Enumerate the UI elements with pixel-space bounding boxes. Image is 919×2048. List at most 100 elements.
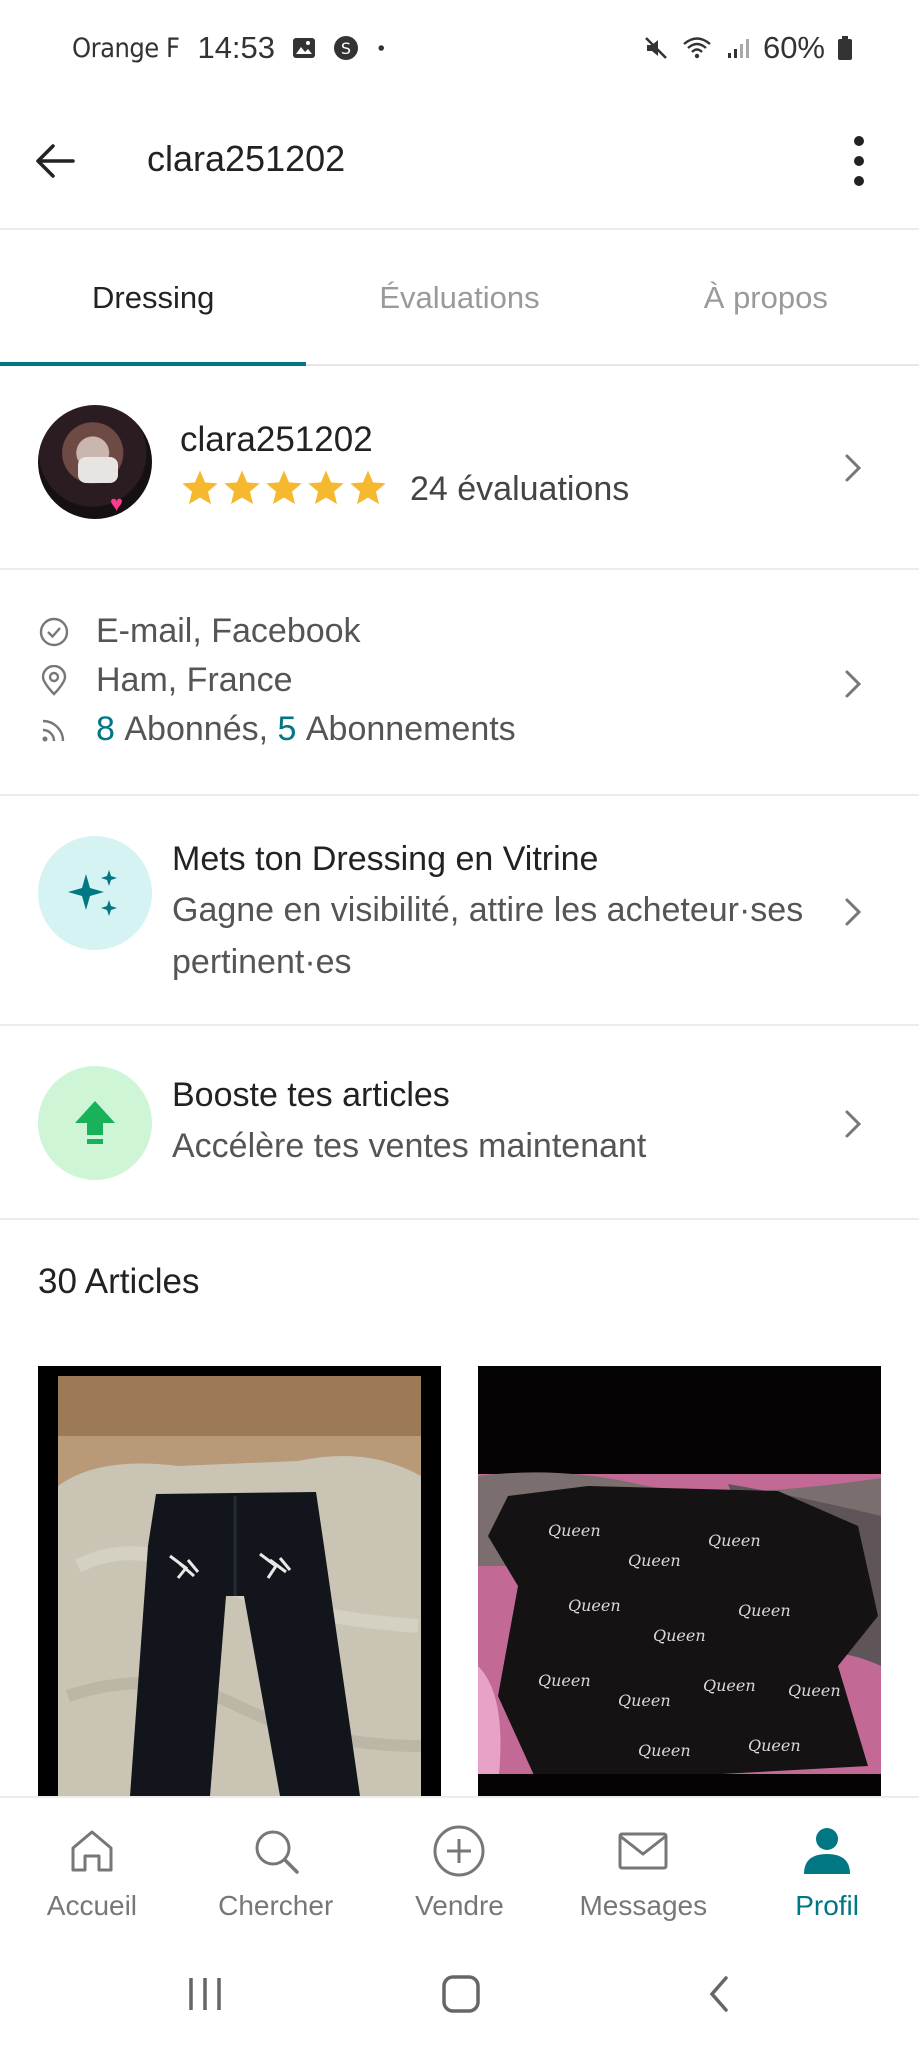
verified-line: E-mail, Facebook xyxy=(38,612,361,651)
tab-about[interactable]: À propos xyxy=(613,232,919,364)
nav-label: Messages xyxy=(579,1890,708,1921)
carrier-label: Orange F xyxy=(72,32,180,64)
star-icon xyxy=(182,470,218,505)
article-card[interactable]: Queen Queen Queen Queen Queen Queen Quee… xyxy=(478,1366,881,1796)
following-count[interactable]: 5 xyxy=(278,710,297,749)
promo-subtitle: Gagne en visibilité, attire les acheteur… xyxy=(172,891,804,981)
chevron-right-icon xyxy=(845,454,862,482)
verified-text: E-mail, Facebook xyxy=(96,612,361,650)
plus-circle-icon xyxy=(433,1825,485,1877)
profile-username: clara251202 xyxy=(180,420,373,459)
promo-title: Mets ton Dressing en Vitrine xyxy=(172,840,599,878)
nav-label: Profil xyxy=(795,1890,859,1921)
battery-percent: 60% xyxy=(762,30,825,65)
nav-label: Accueil xyxy=(46,1890,138,1921)
avatar: ♥ xyxy=(38,405,152,519)
location-line: Ham, France xyxy=(38,661,293,700)
back-button[interactable] xyxy=(30,136,80,186)
rating-count: 24 évaluations xyxy=(410,470,630,508)
page-title: clara251202 xyxy=(147,138,346,179)
system-navigation-bar xyxy=(0,1936,919,2048)
more-vertical-icon xyxy=(854,136,864,186)
article-card[interactable] xyxy=(38,1366,441,1796)
followers-label: Abonnés, xyxy=(124,710,269,748)
recent-apps-icon xyxy=(189,1978,221,2010)
arrow-left-icon xyxy=(36,144,75,178)
followers-count[interactable]: 8 xyxy=(96,710,115,749)
person-icon xyxy=(804,1828,851,1874)
search-icon xyxy=(255,1830,299,1874)
status-bar: Orange F 14:53 S 60% xyxy=(0,0,919,96)
chevron-left-icon xyxy=(709,1976,728,2012)
svg-text:Queen: Queen xyxy=(538,1671,591,1690)
profile-tabs: Dressing Évaluations À propos xyxy=(0,232,919,366)
svg-text:S: S xyxy=(341,39,351,58)
mail-icon xyxy=(618,1832,668,1870)
profile-summary-row[interactable]: ♥ clara251202 24 évaluations xyxy=(0,368,919,570)
promo-icon-circle xyxy=(38,1066,152,1180)
battery-icon xyxy=(838,36,852,60)
svg-text:Queen: Queen xyxy=(638,1741,691,1760)
svg-text:Queen: Queen xyxy=(618,1691,671,1710)
following-label: Abonnements xyxy=(305,710,516,748)
profile-info-row[interactable]: E-mail, Facebook Ham, France 8 Abonnés, … xyxy=(0,572,919,796)
sparkles-icon xyxy=(68,870,117,916)
signal-icon xyxy=(727,39,749,58)
followers-line: 8 Abonnés, 5 Abonnements xyxy=(38,710,516,749)
nav-label: Vendre xyxy=(415,1890,504,1921)
chevron-right-icon xyxy=(845,670,862,698)
wifi-icon xyxy=(683,37,711,59)
boost-promo-row[interactable]: Booste tes articles Accélère tes ventes … xyxy=(0,1028,919,1220)
gallery-icon xyxy=(293,38,316,58)
svg-text:Queen: Queen xyxy=(653,1626,706,1645)
star-icon xyxy=(224,470,260,505)
home-icon xyxy=(71,1830,113,1872)
showcase-promo-row[interactable]: Mets ton Dressing en Vitrine Gagne en vi… xyxy=(0,798,919,1026)
system-back-button[interactable] xyxy=(694,1972,744,2016)
tab-dressing[interactable]: Dressing xyxy=(0,232,307,366)
nav-sell[interactable]: Vendre xyxy=(368,1798,552,1936)
nav-messages[interactable]: Messages xyxy=(551,1798,735,1936)
tab-evaluations[interactable]: Évaluations xyxy=(306,232,612,364)
star-icon xyxy=(350,470,386,505)
rss-icon xyxy=(42,719,65,741)
promo-subtitle: Accélère tes ventes maintenant xyxy=(172,1127,647,1165)
nav-profile[interactable]: Profil xyxy=(735,1798,919,1936)
chevron-right-icon xyxy=(845,1110,862,1138)
nav-label: Chercher xyxy=(218,1890,334,1921)
home-square-icon xyxy=(442,1975,480,2013)
clock: 14:53 xyxy=(197,30,276,65)
article-photo: Queen Queen Queen Queen Queen Queen Quee… xyxy=(478,1366,881,1796)
boost-arrow-icon xyxy=(75,1101,115,1144)
articles-grid: Queen Queen Queen Queen Queen Queen Quee… xyxy=(38,1366,881,1796)
check-circle-icon xyxy=(39,617,69,646)
svg-text:Queen: Queen xyxy=(703,1676,756,1695)
star-icon xyxy=(266,470,302,505)
location-pin-icon xyxy=(41,664,67,696)
location-text: Ham, France xyxy=(96,661,293,699)
bottom-navigation: Accueil Chercher Vendre Messages Profil xyxy=(0,1796,919,1936)
svg-text:Queen: Queen xyxy=(748,1736,801,1755)
promo-icon-circle xyxy=(38,836,152,950)
articles-heading: 30 Articles xyxy=(38,1262,200,1301)
promo-title: Booste tes articles xyxy=(172,1076,450,1114)
svg-text:Queen: Queen xyxy=(708,1531,761,1550)
dot-icon xyxy=(378,45,385,51)
chevron-right-icon xyxy=(845,898,862,926)
home-system-button[interactable] xyxy=(436,1972,486,2016)
rating-stars xyxy=(180,468,388,508)
nav-search[interactable]: Chercher xyxy=(184,1798,368,1936)
shazam-icon: S xyxy=(334,36,359,60)
star-icon xyxy=(308,470,344,505)
svg-text:Queen: Queen xyxy=(568,1596,621,1615)
more-options-button[interactable] xyxy=(829,131,889,191)
svg-text:Queen: Queen xyxy=(738,1601,791,1620)
nav-home[interactable]: Accueil xyxy=(0,1798,184,1936)
app-bar: clara251202 xyxy=(0,96,919,230)
recent-apps-button[interactable] xyxy=(180,1972,230,2016)
article-photo xyxy=(38,1366,441,1796)
svg-text:Queen: Queen xyxy=(628,1551,681,1570)
svg-text:Queen: Queen xyxy=(788,1681,841,1700)
svg-text:Queen: Queen xyxy=(548,1521,601,1540)
mute-icon xyxy=(645,37,667,59)
